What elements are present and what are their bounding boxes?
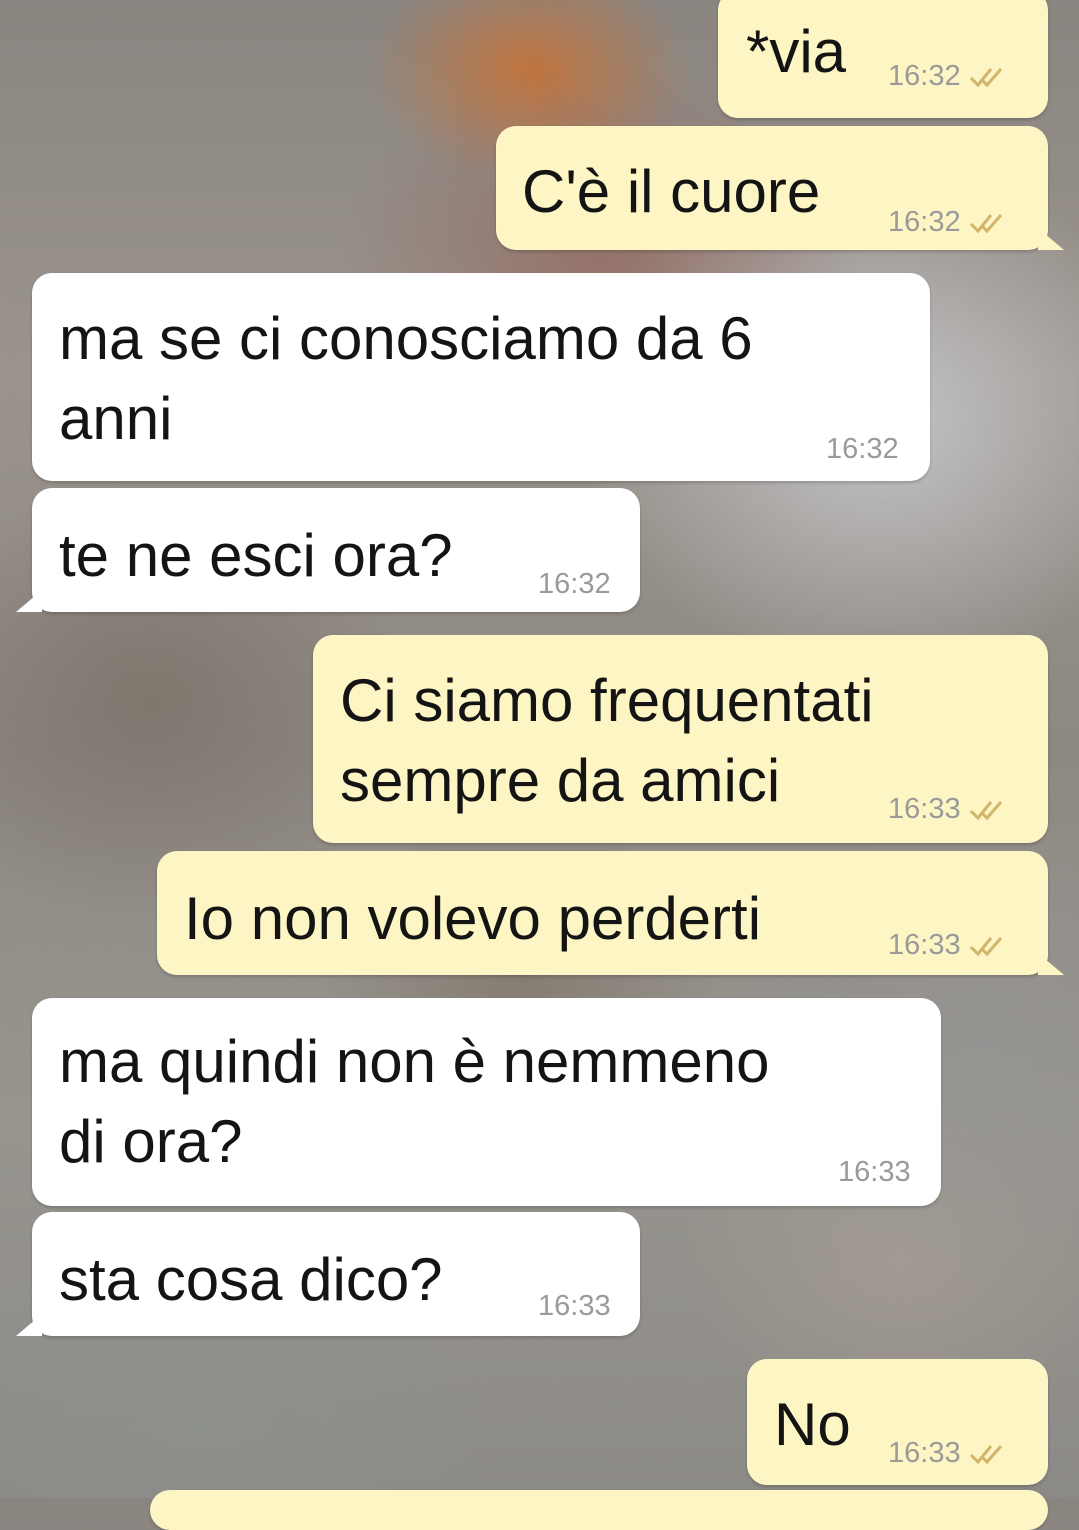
bubble-tail bbox=[16, 590, 42, 612]
message-text: ma quindi non è nemmeno di ora? bbox=[59, 1028, 770, 1175]
message-meta: 16:32 bbox=[888, 60, 1009, 93]
message-time: 16:32 bbox=[888, 60, 961, 92]
message-text: Io non volevo perderti bbox=[184, 885, 762, 952]
double-check-icon bbox=[969, 67, 1002, 87]
message-time: 16:33 bbox=[838, 1156, 911, 1188]
message-text: sta cosa dico? bbox=[59, 1246, 443, 1313]
message-time: 16:33 bbox=[538, 1290, 611, 1322]
message-time: 16:32 bbox=[538, 568, 611, 600]
message-time: 16:33 bbox=[888, 929, 961, 961]
message-time: 16:32 bbox=[888, 206, 961, 238]
message-meta: 16:33 bbox=[838, 1156, 911, 1189]
message-time: 16:33 bbox=[888, 1437, 961, 1469]
message-bubble-outgoing[interactable]: *via 16:32 bbox=[718, 0, 1048, 118]
bubble-tail bbox=[1038, 953, 1064, 975]
message-bubble-outgoing[interactable]: Io non volevo perderti 16:33 bbox=[157, 851, 1064, 975]
message-meta: 16:32 bbox=[538, 568, 611, 601]
message-bubble-incoming[interactable]: te ne esci ora? 16:32 bbox=[16, 488, 640, 612]
double-check-icon bbox=[969, 936, 1002, 956]
message-meta: 16:33 bbox=[538, 1290, 611, 1323]
message-text: *via bbox=[746, 18, 847, 85]
double-check-icon bbox=[969, 213, 1002, 233]
message-bubble-outgoing[interactable]: No 16:33 bbox=[747, 1359, 1048, 1485]
double-check-icon bbox=[969, 800, 1002, 820]
message-meta: 16:32 bbox=[888, 206, 1009, 239]
message-bubble-outgoing-partial[interactable] bbox=[150, 1490, 1048, 1530]
message-time: 16:33 bbox=[888, 793, 961, 825]
message-bubble-incoming[interactable]: sta cosa dico? 16:33 bbox=[16, 1212, 640, 1336]
message-meta: 16:33 bbox=[888, 929, 1009, 962]
message-time: 16:32 bbox=[826, 433, 899, 465]
message-text: C'è il cuore bbox=[522, 158, 821, 225]
bubble-tail bbox=[16, 1314, 42, 1336]
double-check-icon bbox=[969, 1444, 1002, 1464]
message-bubble-incoming[interactable]: ma quindi non è nemmeno di ora? 16:33 bbox=[32, 998, 941, 1206]
chat-conversation: *via 16:32 C'è il cuore 16:32 ma se ci c… bbox=[0, 0, 1079, 1530]
message-bubble-outgoing[interactable]: C'è il cuore 16:32 bbox=[496, 126, 1064, 250]
message-bubble-incoming[interactable]: ma se ci conosciamo da 6 anni 16:32 bbox=[32, 273, 930, 481]
message-meta: 16:33 bbox=[888, 1437, 1009, 1470]
message-meta: 16:32 bbox=[826, 433, 899, 466]
message-text: te ne esci ora? bbox=[59, 522, 453, 589]
message-text: Ci siamo frequentati sempre da amici bbox=[340, 667, 874, 814]
bubble-tail bbox=[1038, 228, 1064, 250]
message-meta: 16:33 bbox=[888, 793, 1009, 826]
message-bubble-outgoing[interactable]: Ci siamo frequentati sempre da amici 16:… bbox=[313, 635, 1048, 843]
message-text: No bbox=[774, 1391, 851, 1458]
message-text: ma se ci conosciamo da 6 anni bbox=[59, 305, 753, 452]
